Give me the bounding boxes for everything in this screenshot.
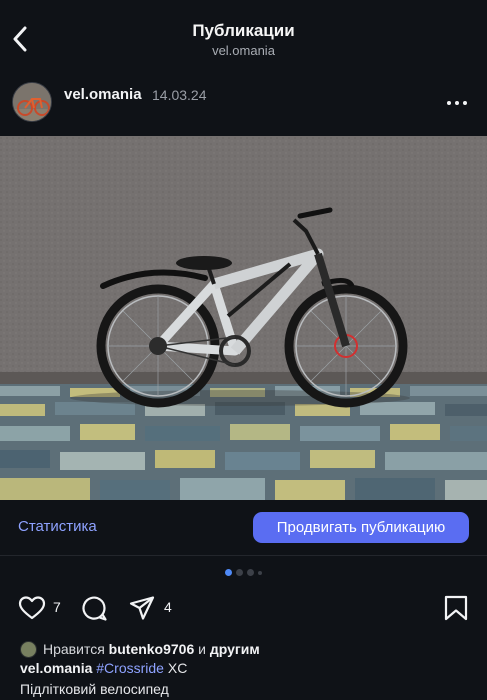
likes-prefix: Нравится <box>43 641 105 657</box>
carousel-dot <box>247 569 254 576</box>
comment-button[interactable] <box>80 594 108 622</box>
send-icon <box>129 596 155 620</box>
bicycle-photo <box>0 136 487 500</box>
share-count[interactable]: 4 <box>164 599 172 615</box>
promote-post-button[interactable]: Продвигать публикацию <box>253 512 469 543</box>
insights-bar: Статистика Продвигать публикацию <box>0 500 487 556</box>
like-count[interactable]: 7 <box>53 599 61 615</box>
likes-others[interactable]: другим <box>210 641 260 657</box>
like-button[interactable] <box>18 594 46 622</box>
share-button[interactable] <box>128 594 156 622</box>
liker-username[interactable]: butenko9706 <box>109 641 195 657</box>
post-header: vel.omania 14.03.24 <box>0 70 487 136</box>
carousel-dot-active <box>225 569 232 576</box>
avatar-image <box>13 83 51 121</box>
carousel-dot <box>258 570 262 575</box>
page-title: Публикации <box>192 21 295 40</box>
likes-summary[interactable]: Нравится butenko9706 и другим <box>20 639 260 659</box>
statistics-link[interactable]: Статистика <box>18 518 97 535</box>
likes-middle: и <box>198 641 206 657</box>
more-horizontal-icon <box>447 101 451 105</box>
carousel-dot <box>236 569 243 576</box>
post-caption: vel.omania #Crossride XC <box>20 660 187 676</box>
more-options-button[interactable] <box>447 96 471 110</box>
heart-icon <box>18 596 46 620</box>
post-date: 14.03.24 <box>152 87 207 103</box>
page-subtitle: vel.omania <box>212 43 275 58</box>
save-button[interactable] <box>442 594 470 622</box>
caption-text: XC <box>167 660 188 676</box>
post-image[interactable] <box>0 136 487 500</box>
comment-icon <box>82 596 107 621</box>
post-username[interactable]: vel.omania <box>64 86 142 103</box>
avatar[interactable] <box>12 82 52 122</box>
top-bar: Публикации vel.omania <box>0 0 487 70</box>
caption-line-2: Підлітковий велосипед <box>20 681 169 697</box>
caption-hashtag[interactable]: #Crossride <box>96 660 164 676</box>
bookmark-icon <box>444 595 468 621</box>
caption-username[interactable]: vel.omania <box>20 660 92 676</box>
carousel-indicator <box>0 569 487 576</box>
liker-avatar <box>20 640 37 658</box>
post-actions: 7 4 <box>0 590 487 626</box>
